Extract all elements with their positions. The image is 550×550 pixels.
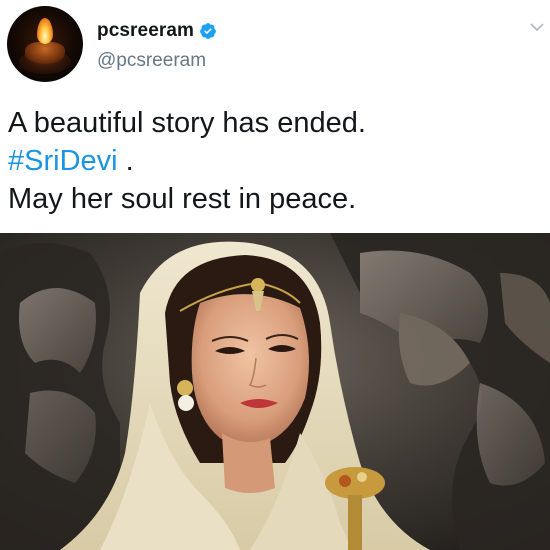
hashtag-link[interactable]: #SriDevi xyxy=(8,145,118,177)
tweet-card: pcsreeram @pcsreeram A beautiful story h… xyxy=(0,0,550,550)
carved-wall-left xyxy=(0,243,120,550)
tweet-header: pcsreeram @pcsreeram xyxy=(0,0,550,90)
avatar[interactable] xyxy=(7,6,83,82)
tweet-media-photo[interactable] xyxy=(0,233,550,550)
tweet-text-fragment: . xyxy=(117,145,134,177)
chevron-down-icon[interactable] xyxy=(530,22,544,32)
tweet-text-line: #SriDevi . xyxy=(8,142,544,180)
handle[interactable]: @pcsreeram xyxy=(97,50,206,72)
tweet-text-line: May her soul rest in peace. xyxy=(8,183,357,215)
display-name[interactable]: pcsreeram xyxy=(97,20,194,42)
flame-icon xyxy=(37,18,53,44)
name-row: pcsreeram xyxy=(97,20,217,42)
verified-badge-icon xyxy=(200,23,216,39)
tweet-text-line: A beautiful story has ended. xyxy=(8,107,366,139)
tweet-text: A beautiful story has ended. #SriDevi . … xyxy=(8,104,544,218)
diya-lamp-icon xyxy=(25,42,65,64)
photo-illustration xyxy=(0,233,550,550)
